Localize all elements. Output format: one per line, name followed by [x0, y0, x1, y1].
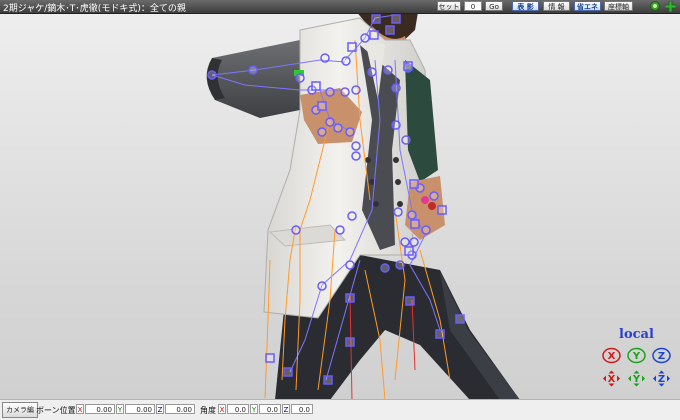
svg-text:Y: Y: [632, 374, 641, 385]
svg-text:Z: Z: [658, 351, 665, 362]
position-z-field[interactable]: 0.00: [165, 404, 195, 414]
svg-text:X: X: [608, 374, 616, 385]
angle-z-label: Z: [282, 404, 290, 414]
coordinate-mode-label[interactable]: local: [619, 327, 654, 342]
angle-z-field[interactable]: 0.0: [291, 404, 313, 414]
angle-y-label: Y: [250, 404, 258, 414]
move-cross-icon[interactable]: [665, 1, 676, 12]
axis-toggle-button[interactable]: 座標軸: [604, 1, 633, 11]
angle-x-field[interactable]: 0.0: [227, 404, 249, 414]
bone-status-bar: カメラ編 ボーン位置 X 0.00 Y 0.00 Z 0.00 角度 X 0.0…: [0, 399, 680, 420]
svg-text:Z: Z: [658, 374, 665, 385]
angle-x-label: X: [218, 404, 226, 414]
rotate-z-icon[interactable]: Z: [652, 347, 671, 364]
power-save-toggle-button[interactable]: 省エネ: [574, 1, 601, 11]
svg-text:X: X: [608, 351, 616, 362]
move-z-icon[interactable]: Z: [652, 370, 671, 387]
model-scene: [206, 0, 520, 401]
window-title: 2期ジャケ/鏑木･T･虎徹(モドキ式)：全ての親: [3, 4, 186, 14]
position-y-label: Y: [116, 404, 124, 414]
zoom-icon[interactable]: [650, 1, 661, 12]
shadow-toggle-button[interactable]: 表 影: [512, 1, 539, 11]
position-x-label: X: [76, 404, 84, 414]
position-z-label: Z: [156, 404, 164, 414]
rotate-x-icon[interactable]: X: [602, 347, 621, 364]
title-bar: 2期ジャケ/鏑木･T･虎徹(モドキ式)：全ての親 セット 0 Go 表 影 情 …: [0, 0, 680, 14]
position-x-field[interactable]: 0.00: [85, 404, 115, 414]
info-toggle-button[interactable]: 情 報: [543, 1, 570, 11]
frame-set-button[interactable]: セット: [437, 1, 461, 11]
position-y-field[interactable]: 0.00: [125, 404, 155, 414]
move-y-icon[interactable]: Y: [627, 370, 646, 387]
move-x-icon[interactable]: X: [602, 370, 621, 387]
bone-position-label: ボーン位置: [36, 406, 76, 415]
angle-label: 角度: [200, 406, 216, 415]
rotate-y-icon[interactable]: Y: [627, 347, 646, 364]
3d-viewport[interactable]: 2期ジャケ/鏑木･T･虎徹(モドキ式)：全ての親 セット 0 Go 表 影 情 …: [0, 0, 680, 420]
camera-edit-tab[interactable]: カメラ編: [2, 402, 38, 418]
svg-text:Y: Y: [632, 351, 641, 362]
angle-y-field[interactable]: 0.0: [259, 404, 281, 414]
go-button[interactable]: Go: [485, 1, 503, 11]
frame-input[interactable]: 0: [464, 1, 482, 11]
